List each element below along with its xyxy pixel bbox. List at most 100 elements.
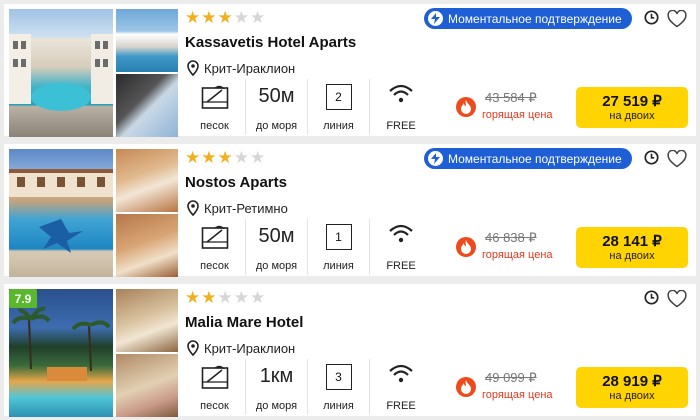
fact-beach-label: песок — [200, 120, 229, 132]
hotel-photo-art — [9, 34, 113, 111]
flame-icon — [456, 237, 476, 257]
wifi-icon — [389, 364, 413, 383]
badge-text: Моментальное подтверждение — [448, 11, 622, 26]
hotel-card[interactable]: ★ ★ ★ ★ ★ Kassavetis Hotel Aparts Крит-И… — [4, 4, 696, 137]
location-text: Крит-Ретимно — [204, 200, 288, 216]
hotel-photo-thumb[interactable] — [116, 289, 178, 352]
heart-icon[interactable] — [667, 290, 687, 308]
hotel-name[interactable]: Nostos Aparts — [185, 174, 287, 191]
fact-beach-label: песок — [200, 400, 229, 412]
hotel-location: Крит-Ираклион — [187, 340, 295, 356]
star-icon: ★ — [217, 288, 233, 308]
fact-line: 3 линия — [308, 359, 370, 415]
fact-line: 2 линия — [308, 79, 370, 135]
wifi-icon — [389, 84, 413, 103]
hotel-photo-thumb[interactable] — [116, 149, 178, 212]
fact-distance: 50м до моря — [246, 79, 308, 135]
star-icon: ★ — [201, 148, 217, 168]
location-text: Крит-Ираклион — [204, 60, 296, 76]
fact-wifi: FREE — [370, 359, 432, 415]
fact-distance: 50м до моря — [246, 219, 308, 275]
star-icon: ★ — [250, 288, 266, 308]
line-value: 1 — [325, 224, 352, 250]
badge-text: Моментальное подтверждение — [448, 151, 622, 166]
star-icon: ★ — [185, 288, 201, 308]
hotel-photo-thumb[interactable] — [116, 214, 178, 277]
line-label: линия — [323, 120, 354, 132]
rating-badge: 7.9 — [9, 289, 37, 308]
star-icon: ★ — [233, 148, 249, 168]
price-subtext: на двоих — [609, 389, 655, 402]
clock-icon[interactable] — [644, 10, 659, 25]
hotel-photo-thumb[interactable] — [116, 9, 178, 72]
price-subtext: на двоих — [609, 109, 655, 122]
instant-confirmation-badge: Моментальное подтверждение — [424, 148, 632, 169]
star-icon: ★ — [233, 288, 249, 308]
hotel-photo-thumb[interactable] — [116, 354, 178, 417]
star-icon: ★ — [201, 8, 217, 28]
map-pin-icon — [187, 60, 199, 76]
hot-price-label: горящая цена — [482, 109, 553, 121]
hotel-photo-main[interactable] — [9, 9, 113, 137]
star-icon: ★ — [201, 288, 217, 308]
star-icon: ★ — [217, 148, 233, 168]
hotel-name[interactable]: Malia Mare Hotel — [185, 314, 303, 331]
star-rating: ★ ★ ★ ★ ★ — [185, 10, 265, 27]
fact-distance: 1км до моря — [246, 359, 308, 415]
line-value: 3 — [325, 364, 352, 390]
fact-beach-label: песок — [200, 260, 229, 272]
price-value: 28 141 ₽ — [602, 232, 662, 250]
star-rating: ★ ★ ★ ★ ★ — [185, 150, 265, 167]
fact-beach: песок — [184, 79, 246, 135]
hotel-photo-art — [9, 169, 113, 253]
hotel-location: Крит-Ретимно — [187, 200, 288, 216]
beach-umbrella-icon — [201, 365, 228, 389]
price-value: 28 919 ₽ — [602, 372, 662, 390]
hotel-photo-thumb[interactable] — [116, 74, 178, 137]
hotel-facts: песок 50м до моря 1 линия FREE — [184, 219, 432, 275]
instant-confirmation-badge: Моментальное подтверждение — [424, 8, 632, 29]
price-button[interactable]: 28 919 ₽ на двоих — [576, 367, 688, 408]
price-button[interactable]: 28 141 ₽ на двоих — [576, 227, 688, 268]
star-icon: ★ — [217, 8, 233, 28]
map-pin-icon — [187, 200, 199, 216]
fact-beach: песок — [184, 359, 246, 415]
line-value: 2 — [325, 84, 352, 110]
heart-icon[interactable] — [667, 10, 687, 28]
distance-value: 50м — [258, 225, 295, 247]
hotel-card[interactable]: 7.9 ★ ★ ★ ★ ★ Malia Mare Hotel Крит-Ирак… — [4, 284, 696, 417]
price-value: 27 519 ₽ — [602, 92, 662, 110]
hot-price-label: горящая цена — [482, 249, 553, 261]
star-icon: ★ — [185, 148, 201, 168]
distance-value: 1км — [259, 365, 294, 387]
heart-icon[interactable] — [667, 150, 687, 168]
star-icon: ★ — [185, 8, 201, 28]
distance-value: 50м — [258, 85, 295, 107]
hotel-card[interactable]: ★ ★ ★ ★ ★ Nostos Aparts Крит-Ретимно Мом… — [4, 144, 696, 277]
flame-icon — [456, 97, 476, 117]
clock-icon[interactable] — [644, 150, 659, 165]
star-icon: ★ — [233, 8, 249, 28]
location-text: Крит-Ираклион — [204, 340, 296, 356]
star-icon: ★ — [250, 8, 266, 28]
line-label: линия — [323, 400, 354, 412]
old-price: 46 838 ₽ — [485, 230, 537, 245]
map-pin-icon — [187, 340, 199, 356]
line-label: линия — [323, 260, 354, 272]
hotel-photo-main[interactable] — [9, 289, 113, 417]
hotel-name[interactable]: Kassavetis Hotel Aparts — [185, 34, 356, 51]
price-button[interactable]: 27 519 ₽ на двоих — [576, 87, 688, 128]
fact-beach: песок — [184, 219, 246, 275]
distance-label: до моря — [255, 120, 298, 132]
hot-price-label: горящая цена — [482, 389, 553, 401]
fact-wifi: FREE — [370, 79, 432, 135]
hotel-location: Крит-Ираклион — [187, 60, 295, 76]
hotel-facts: песок 50м до моря 2 линия FREE — [184, 79, 432, 135]
old-price: 49 099 ₽ — [485, 370, 537, 385]
beach-umbrella-icon — [201, 85, 228, 109]
hotel-facts: песок 1км до моря 3 линия FREE — [184, 359, 432, 415]
hotel-photo-main[interactable] — [9, 149, 113, 277]
clock-icon[interactable] — [644, 290, 659, 305]
wifi-label: FREE — [386, 260, 416, 272]
lightning-icon — [428, 11, 443, 26]
